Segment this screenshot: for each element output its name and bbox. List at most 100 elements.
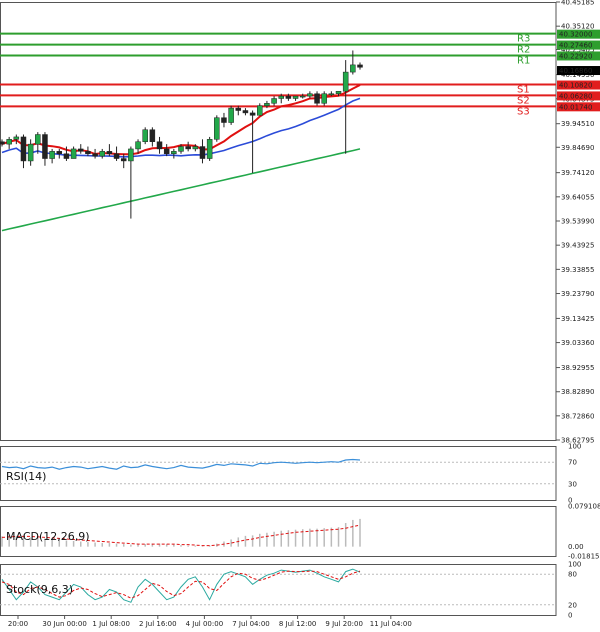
candle-body: [178, 146, 184, 152]
level-name-r2: R2: [517, 45, 530, 56]
candle-body: [235, 107, 242, 111]
time-axis-label: 30 Jun 00:00: [42, 620, 86, 628]
price-axis-label: 39.84690: [561, 144, 594, 152]
level-price-label: 40.10820: [559, 82, 592, 90]
candle-body: [42, 134, 48, 159]
level-name-r1: R1: [517, 55, 530, 66]
candle-body: [264, 103, 270, 106]
candle-body: [0, 141, 5, 145]
time-axis-label: 8 Jul 12:00: [279, 620, 317, 628]
macd-axis-label: 0.079108: [568, 503, 600, 511]
candle-body: [13, 136, 20, 140]
candle-body: [113, 153, 120, 159]
stoch-title: Stock(9,6,3): [6, 583, 73, 596]
stoch-axis-label: 20: [568, 601, 577, 609]
candle-body: [163, 148, 170, 154]
candle-body: [357, 64, 363, 68]
stoch-axis-label: 80: [568, 571, 577, 579]
candle-body: [35, 134, 41, 145]
price-axis-label: 39.43925: [561, 242, 594, 250]
candle-body: [214, 117, 220, 140]
candle-body: [99, 151, 105, 157]
macd-axis-label: -0.018159: [568, 553, 600, 561]
candle-body: [142, 129, 148, 142]
candle-body: [171, 151, 177, 154]
price-axis-label: 38.92955: [561, 364, 594, 372]
candle-body: [106, 151, 113, 154]
rsi-axis-label: 100: [568, 443, 581, 451]
level-name-r3: R3: [517, 34, 530, 45]
candle-body: [285, 95, 292, 99]
candle-body: [206, 139, 213, 159]
time-axis-label: 11 Jul 04:00: [370, 620, 412, 628]
candle-body: [120, 158, 127, 162]
time-axis-label: 7 Jul 04:00: [232, 620, 270, 628]
stoch-axis-label: 0: [568, 612, 572, 620]
time-axis-label: 1 Jul 08:00: [92, 620, 130, 628]
time-axis-label: 2 Jul 16:00: [139, 620, 177, 628]
price-axis-label: 38.72860: [561, 412, 594, 420]
rsi-axis-label: 30: [568, 480, 577, 488]
level-price-label: 40.06280: [559, 92, 592, 100]
price-axis-label: 39.13425: [561, 315, 594, 323]
candle-body: [70, 148, 77, 159]
chart-root: 40.4518540.3512040.2540540.1495040.04875…: [0, 0, 600, 632]
macd-title: MACD(12,26,9): [6, 530, 90, 543]
price-axis-label: 39.94510: [561, 120, 594, 128]
candle-body: [299, 95, 306, 98]
candle-body: [221, 117, 227, 123]
candle-body: [249, 112, 256, 116]
candle-body: [228, 107, 234, 123]
level-name-s1: S1: [517, 85, 530, 96]
time-axis-label: 20:00: [8, 620, 28, 628]
candle-body: [85, 151, 91, 154]
candle-body: [292, 95, 299, 99]
level-price-label: 40.22920: [559, 52, 592, 60]
candle-body: [156, 141, 163, 150]
level-name-s3: S3: [517, 106, 530, 117]
candle-body: [199, 146, 206, 159]
candle-body: [342, 71, 349, 92]
candle-body: [149, 129, 156, 142]
stoch-axis-label: 100: [568, 561, 581, 569]
candle-body: [242, 110, 249, 114]
price-axis-label: 38.82890: [561, 388, 594, 396]
candle-body: [328, 93, 335, 95]
candle-body: [135, 141, 141, 150]
current-price-label: 40.16860: [559, 67, 592, 75]
candle-body: [307, 93, 313, 97]
candle-body: [257, 105, 263, 116]
candle-body: [63, 153, 70, 159]
candle-body: [271, 98, 277, 104]
candle-body: [192, 146, 199, 150]
price-axis-label: 40.45185: [561, 0, 594, 7]
candle-body: [92, 153, 98, 157]
level-price-label: 40.01740: [559, 103, 592, 111]
rsi-axis-label: 70: [568, 459, 577, 467]
price-axis-label: 39.64055: [561, 193, 594, 201]
moving-average-slow-line: [1, 148, 361, 232]
level-name-s2: S2: [517, 95, 530, 106]
level-price-label: 40.32000: [559, 31, 592, 39]
candle-body: [6, 139, 12, 145]
candle-body: [314, 93, 320, 104]
level-price-label: 40.27460: [559, 42, 592, 50]
rsi-title: RSI(14): [6, 470, 46, 483]
candle-body: [27, 143, 34, 162]
candle-body: [350, 64, 356, 73]
rsi-line: [1, 458, 361, 470]
candle-body: [321, 93, 327, 104]
macd-axis-label: 0.00: [568, 543, 584, 551]
candle-body: [49, 151, 55, 159]
candle-body: [56, 151, 63, 154]
rsi-panel-frame: [0, 446, 557, 501]
time-axis-label: 4 Jul 00:00: [186, 620, 224, 628]
candle-body: [278, 95, 284, 99]
price-axis-label: 39.33855: [561, 266, 594, 274]
price-axis-label: 39.23790: [561, 290, 594, 298]
price-axis-label: 39.74120: [561, 169, 594, 177]
price-axis-label: 39.03360: [561, 339, 594, 347]
time-axis-label: 9 Jul 20:00: [325, 620, 363, 628]
candle-body: [20, 136, 27, 162]
price-axis-label: 39.53990: [561, 218, 594, 226]
